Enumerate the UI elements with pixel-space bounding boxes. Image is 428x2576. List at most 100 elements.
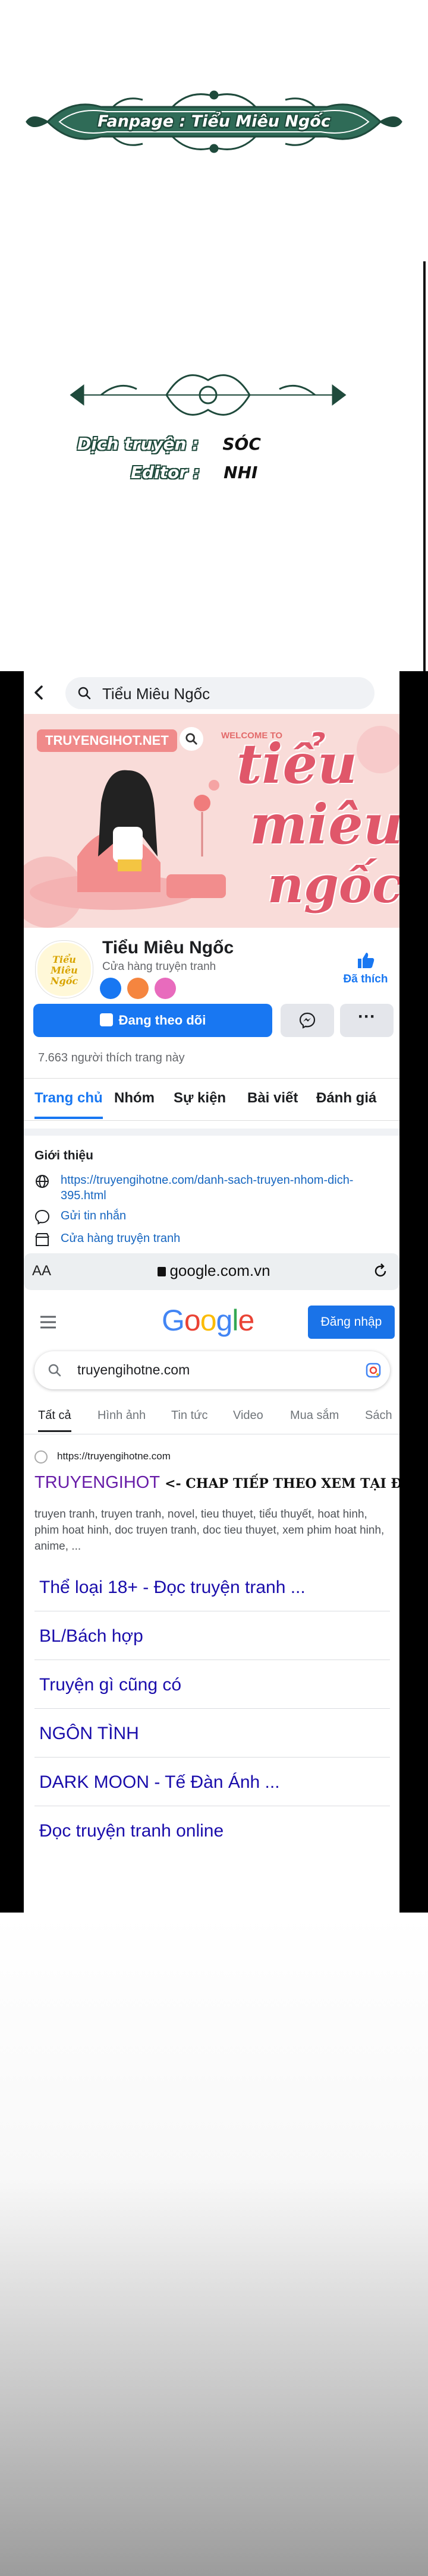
- facebook-top-bar: Tiểu Miêu Ngốc: [24, 671, 399, 714]
- translator-label: Dịch truyện :: [77, 434, 199, 454]
- badge-blue-icon[interactable]: [100, 978, 121, 999]
- sitelink-label: Truyện gì cũng có: [39, 1675, 182, 1695]
- cover-photo[interactable]: TRUYENGIHOT.NET WELCOME TO tiểu miêu ngố…: [24, 714, 399, 928]
- page-like-count: 7.663 người thích trang này: [38, 1051, 185, 1064]
- address-url[interactable]: google.com.vn: [143, 1262, 285, 1280]
- badge-orange-icon[interactable]: [127, 978, 149, 999]
- page-category: Cửa hàng truyện tranh: [102, 960, 216, 973]
- following-button[interactable]: Đang theo dõi: [33, 1004, 272, 1037]
- about-website-row[interactable]: https://truyengihotne.com/danh-sach-truy…: [34, 1172, 391, 1206]
- about-category-row[interactable]: Cửa hàng truyện tranh: [34, 1231, 391, 1249]
- tab-events[interactable]: Sự kiện: [174, 1079, 226, 1119]
- sitelink-label: NGÔN TÌNH: [39, 1724, 139, 1743]
- about-message-link[interactable]: Gửi tin nhắn: [61, 1208, 126, 1224]
- result-title-link[interactable]: TRUYENGIHOT: [34, 1473, 160, 1492]
- sitelink-label: BL/Bách hợp: [39, 1626, 143, 1646]
- globe-icon: [36, 1175, 49, 1188]
- reload-icon[interactable]: [372, 1263, 389, 1279]
- phone-screenshot: Tiểu Miêu Ngốc TRUYENGIHOT.NET WELCOME T…: [0, 671, 428, 1913]
- google-logo[interactable]: Google: [162, 1303, 254, 1338]
- sitelink-label: Đọc truyện tranh online: [39, 1821, 224, 1841]
- back-arrow-icon[interactable]: [31, 684, 48, 701]
- about-title: Giới thiệu: [34, 1149, 93, 1162]
- google-logo-letter: G: [162, 1304, 185, 1337]
- text-size-button[interactable]: AA: [32, 1263, 51, 1279]
- messenger-small-icon: [34, 1209, 50, 1225]
- page-profile-header: Tiểu Miêu Ngốc Tiểu Miêu Ngốc Cửa hàng t…: [24, 928, 399, 1002]
- bottom-gradient-fade: [0, 1913, 428, 2576]
- google-logo-letter: g: [216, 1304, 233, 1337]
- google-logo-letter: o: [200, 1304, 217, 1337]
- about-category-link[interactable]: Cửa hàng truyện tranh: [61, 1231, 180, 1246]
- google-query-text: truyengihotne.com: [77, 1362, 190, 1377]
- translator-name: SÓC: [222, 434, 261, 454]
- avatar-logo-text: Tiểu Miêu Ngốc: [50, 954, 78, 987]
- divider-line: [423, 261, 426, 671]
- page-tabs: Trang chủ Nhóm Sự kiện Bài viết Đánh giá: [24, 1078, 399, 1121]
- cover-search-icon: [180, 727, 203, 751]
- browser-address-bar[interactable]: AA google.com.vn: [24, 1253, 399, 1290]
- google-result-tabs: Tất cả Hình ảnh Tin tức Video Mua sắm Sá…: [24, 1401, 399, 1434]
- phone-screen: Tiểu Miêu Ngốc TRUYENGIHOT.NET WELCOME T…: [24, 671, 399, 1913]
- editor-name: NHI: [224, 463, 258, 482]
- result-description: truyen tranh, truyen tranh, novel, tieu …: [34, 1508, 385, 1553]
- google-tab-all[interactable]: Tất cả: [38, 1409, 71, 1432]
- google-tab-books[interactable]: Sách: [365, 1409, 392, 1423]
- google-logo-letter: e: [238, 1304, 254, 1337]
- badge-pink-icon[interactable]: [155, 978, 176, 999]
- following-label: Đang theo dõi: [118, 1013, 206, 1028]
- messenger-button[interactable]: [281, 1004, 334, 1037]
- cover-script-line-1: tiểu: [237, 732, 357, 796]
- sitelink[interactable]: BL/Bách hợp: [34, 1611, 390, 1660]
- tab-posts[interactable]: Bài viết: [247, 1079, 298, 1119]
- google-tab-video[interactable]: Video: [233, 1409, 263, 1423]
- tab-home[interactable]: Trang chủ: [34, 1079, 103, 1119]
- google-search-box[interactable]: truyengihotne.com: [34, 1351, 390, 1389]
- google-header: Google Đăng nhập: [24, 1300, 399, 1347]
- tab-groups[interactable]: Nhóm: [114, 1079, 155, 1119]
- search-query-text: Tiểu Miêu Ngốc: [102, 685, 210, 703]
- google-tab-news[interactable]: Tin tức: [171, 1409, 208, 1423]
- sitelink[interactable]: Truyện gì cũng có: [34, 1660, 390, 1709]
- google-logo-letter: o: [184, 1304, 201, 1337]
- translator-credit: Dịch truyện : SÓC: [77, 434, 261, 455]
- fanpage-banner-text: Fanpage : Tiểu Miêu Ngốc: [97, 112, 331, 131]
- follow-check-icon: [99, 1013, 113, 1027]
- sitelink[interactable]: Đọc truyện tranh online: [34, 1806, 390, 1854]
- cover-script-line-2: miêu: [250, 792, 399, 856]
- result-title-annotation: <- CHAP TIẾP THEO XEM TẠI ĐÂY NHA: [165, 1476, 399, 1491]
- about-message-row[interactable]: Gửi tin nhắn: [34, 1208, 391, 1226]
- editor-credit: Editor : NHI: [131, 462, 257, 483]
- result-url: https://truyengihotne.com: [57, 1450, 171, 1462]
- google-tab-images[interactable]: Hình ảnh: [97, 1409, 146, 1423]
- ornament-divider: [70, 374, 347, 416]
- sitelink-label: DARK MOON - Tế Đàn Ánh ...: [39, 1772, 280, 1792]
- cover-site-logo: TRUYENGIHOT.NET: [37, 729, 177, 752]
- about-website-link[interactable]: https://truyengihotne.com/danh-sach-truy…: [61, 1172, 391, 1203]
- more-options-button[interactable]: ···: [340, 1004, 394, 1037]
- sign-in-button[interactable]: Đăng nhập: [308, 1306, 395, 1339]
- result-title-row[interactable]: TRUYENGIHOT <- CHAP TIẾP THEO XEM TẠI ĐÂY…: [34, 1473, 399, 1493]
- google-lens-icon[interactable]: [365, 1362, 382, 1379]
- site-favicon: [34, 1450, 48, 1464]
- google-logo-letter: l: [232, 1304, 238, 1337]
- cover-script-line-3: ngốc: [268, 855, 399, 914]
- google-tab-shopping[interactable]: Mua sắm: [290, 1409, 339, 1423]
- sitelink[interactable]: Thể loại 18+ - Đọc truyện tranh ...: [34, 1562, 390, 1611]
- credit-panel: Fanpage : Tiểu Miêu Ngốc Dịch truyện : SÓ…: [0, 0, 428, 671]
- page-name: Tiểu Miêu Ngốc: [102, 938, 234, 957]
- facebook-search-bar[interactable]: Tiểu Miêu Ngốc: [65, 677, 374, 709]
- sitelink[interactable]: NGÔN TÌNH: [34, 1708, 390, 1758]
- liked-label: Đã thích: [343, 973, 388, 985]
- shop-icon: [35, 1233, 49, 1246]
- tab-reviews[interactable]: Đánh giá: [316, 1079, 376, 1119]
- editor-label: Editor :: [131, 463, 200, 482]
- thumbs-up-icon: [358, 953, 374, 968]
- menu-icon[interactable]: [39, 1314, 57, 1330]
- sitelink[interactable]: DARK MOON - Tế Đàn Ánh ...: [34, 1757, 390, 1806]
- about-section: Giới thiệu https://truyengihotne.com/dan…: [24, 1129, 399, 1246]
- page-avatar[interactable]: Tiểu Miêu Ngốc: [36, 941, 93, 998]
- liked-button[interactable]: Đã thích: [339, 950, 392, 986]
- messenger-icon: [299, 1012, 316, 1029]
- address-url-text: google.com.vn: [169, 1262, 270, 1279]
